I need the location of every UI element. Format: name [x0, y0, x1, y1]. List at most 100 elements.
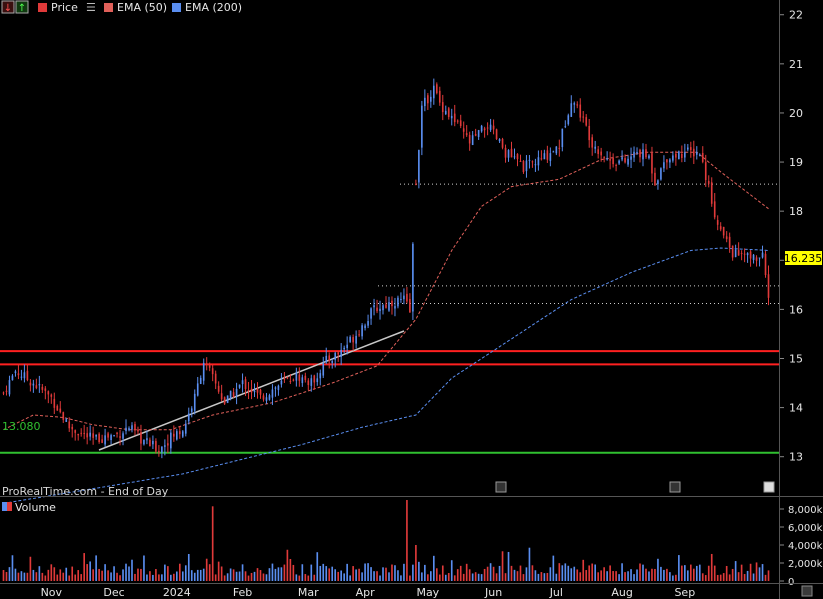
- price-tick-label: 19: [789, 156, 803, 169]
- back-icon-glyph: ↓: [4, 3, 12, 14]
- volume-bar: [364, 563, 366, 581]
- volume-bar: [498, 565, 501, 581]
- volume-bar: [274, 568, 277, 581]
- volume-bar: [128, 566, 130, 581]
- volume-bar: [761, 564, 764, 581]
- volume-bar: [486, 566, 489, 581]
- volume-bar: [648, 571, 650, 581]
- volume-bar: [427, 574, 429, 581]
- volume-bar: [83, 553, 86, 581]
- volume-bar: [388, 572, 390, 581]
- volume-bar: [283, 564, 286, 581]
- volume-zero-marker: [801, 585, 813, 597]
- volume-bar: [591, 563, 594, 581]
- volume-bar: [104, 564, 106, 581]
- volume-bar: [352, 566, 354, 581]
- volume-bar: [684, 565, 686, 581]
- volume-bar: [513, 569, 516, 581]
- volume-bar: [158, 574, 160, 581]
- volume-bar: [14, 568, 17, 581]
- volume-bar: [280, 567, 283, 581]
- volume-bar: [20, 571, 23, 581]
- volume-bar: [289, 558, 292, 581]
- volume-bar: [424, 564, 426, 581]
- volume-bar: [573, 566, 576, 581]
- volume-bar: [167, 566, 169, 581]
- menu-icon[interactable]: ☰: [86, 1, 96, 14]
- volume-bar: [173, 573, 175, 581]
- volume-bar: [534, 570, 537, 581]
- volume-bar: [707, 565, 710, 581]
- calendar-icon-1[interactable]: [495, 481, 507, 493]
- volume-bar: [465, 563, 468, 581]
- volume-bar: [663, 569, 665, 581]
- volume-bar: [238, 571, 241, 581]
- volume-bar: [74, 574, 77, 581]
- ema200-label[interactable]: EMA (200): [185, 1, 242, 14]
- price-swatch: [38, 3, 47, 12]
- volume-bar: [17, 572, 20, 581]
- volume-bar: [11, 555, 14, 581]
- volume-bar: [262, 573, 265, 581]
- volume-bar: [8, 567, 11, 581]
- volume-bar: [220, 566, 223, 581]
- volume-bar: [80, 574, 83, 581]
- volume-bar: [193, 572, 196, 581]
- volume-bar: [528, 547, 531, 581]
- volume-bar: [564, 563, 567, 581]
- volume-bar: [26, 572, 29, 581]
- volume-bar: [346, 563, 348, 581]
- volume-bar: [621, 563, 623, 581]
- calendar-icon-2[interactable]: [669, 481, 681, 493]
- volume-bar: [149, 571, 151, 581]
- volume-bar: [403, 563, 405, 581]
- volume-bar: [376, 571, 378, 581]
- volume-bar: [441, 565, 444, 581]
- volume-bar: [686, 570, 689, 581]
- volume-bar: [397, 570, 399, 581]
- volume-bar: [211, 506, 214, 581]
- volume-bar: [725, 565, 728, 581]
- info-icon[interactable]: [763, 481, 775, 493]
- volume-bar: [430, 571, 432, 581]
- volume-bar: [298, 575, 301, 581]
- price-label[interactable]: Price: [51, 1, 78, 14]
- volume-bar: [190, 570, 193, 581]
- volume-bar: [752, 573, 755, 581]
- volume-bar: [316, 552, 319, 581]
- volume-bar: [113, 566, 115, 581]
- volume-bar: [295, 574, 298, 581]
- volume-bar: [53, 567, 56, 581]
- volume-bar: [161, 574, 163, 581]
- volume-bar: [758, 567, 761, 581]
- volume-bar: [71, 566, 74, 581]
- volume-bar: [208, 564, 211, 581]
- volume-bar: [507, 551, 510, 581]
- volume-bar: [101, 570, 103, 581]
- time-tick-label: Apr: [356, 586, 376, 599]
- volume-bar: [310, 564, 313, 581]
- volume-bar: [226, 573, 229, 581]
- volume-bar: [122, 569, 124, 581]
- volume-bar: [86, 564, 88, 581]
- ema50-label[interactable]: EMA (50): [117, 1, 167, 14]
- volume-bar: [642, 564, 644, 581]
- volume-tick-label: 0: [788, 577, 794, 588]
- price-tick-label: 18: [789, 205, 803, 218]
- volume-bar: [184, 565, 187, 581]
- volume-bar: [77, 570, 80, 581]
- volume-bar: [250, 572, 253, 581]
- volume-bar: [152, 574, 154, 581]
- volume-bar: [29, 556, 32, 581]
- volume-label[interactable]: Volume: [15, 501, 56, 514]
- volume-bar: [716, 574, 719, 581]
- volume-bar: [134, 573, 136, 581]
- volume-bar: [95, 555, 97, 581]
- volume-bar: [594, 564, 597, 581]
- volume-bar: [337, 571, 340, 581]
- volume-bar: [56, 574, 59, 581]
- volume-bar: [59, 569, 62, 581]
- volume-bar: [585, 570, 588, 581]
- volume-bar: [143, 555, 145, 581]
- volume-bar: [304, 574, 307, 581]
